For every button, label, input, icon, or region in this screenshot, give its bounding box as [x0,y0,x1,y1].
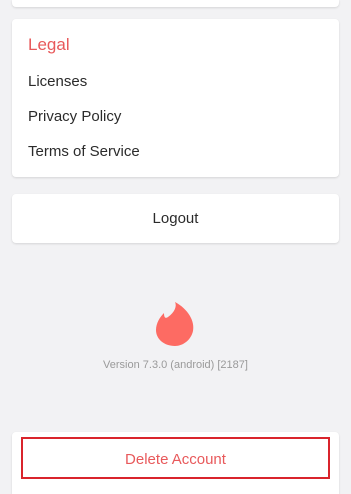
legal-section-card: Legal Licenses Privacy Policy Terms of S… [12,19,339,177]
app-version-text: Version 7.3.0 (android) [2187] [103,359,248,371]
privacy-policy-link[interactable]: Privacy Policy [28,108,121,125]
delete-account-label: Delete Account [125,451,226,468]
delete-account-button[interactable]: Delete Account [21,437,330,479]
previous-settings-card [12,0,339,7]
terms-of-service-link[interactable]: Terms of Service [28,143,140,160]
tinder-flame-icon [156,302,194,346]
licenses-link[interactable]: Licenses [28,73,87,90]
legal-section-title: Legal [28,35,70,54]
logout-label: Logout [152,210,199,227]
logout-button[interactable]: Logout [12,194,339,243]
